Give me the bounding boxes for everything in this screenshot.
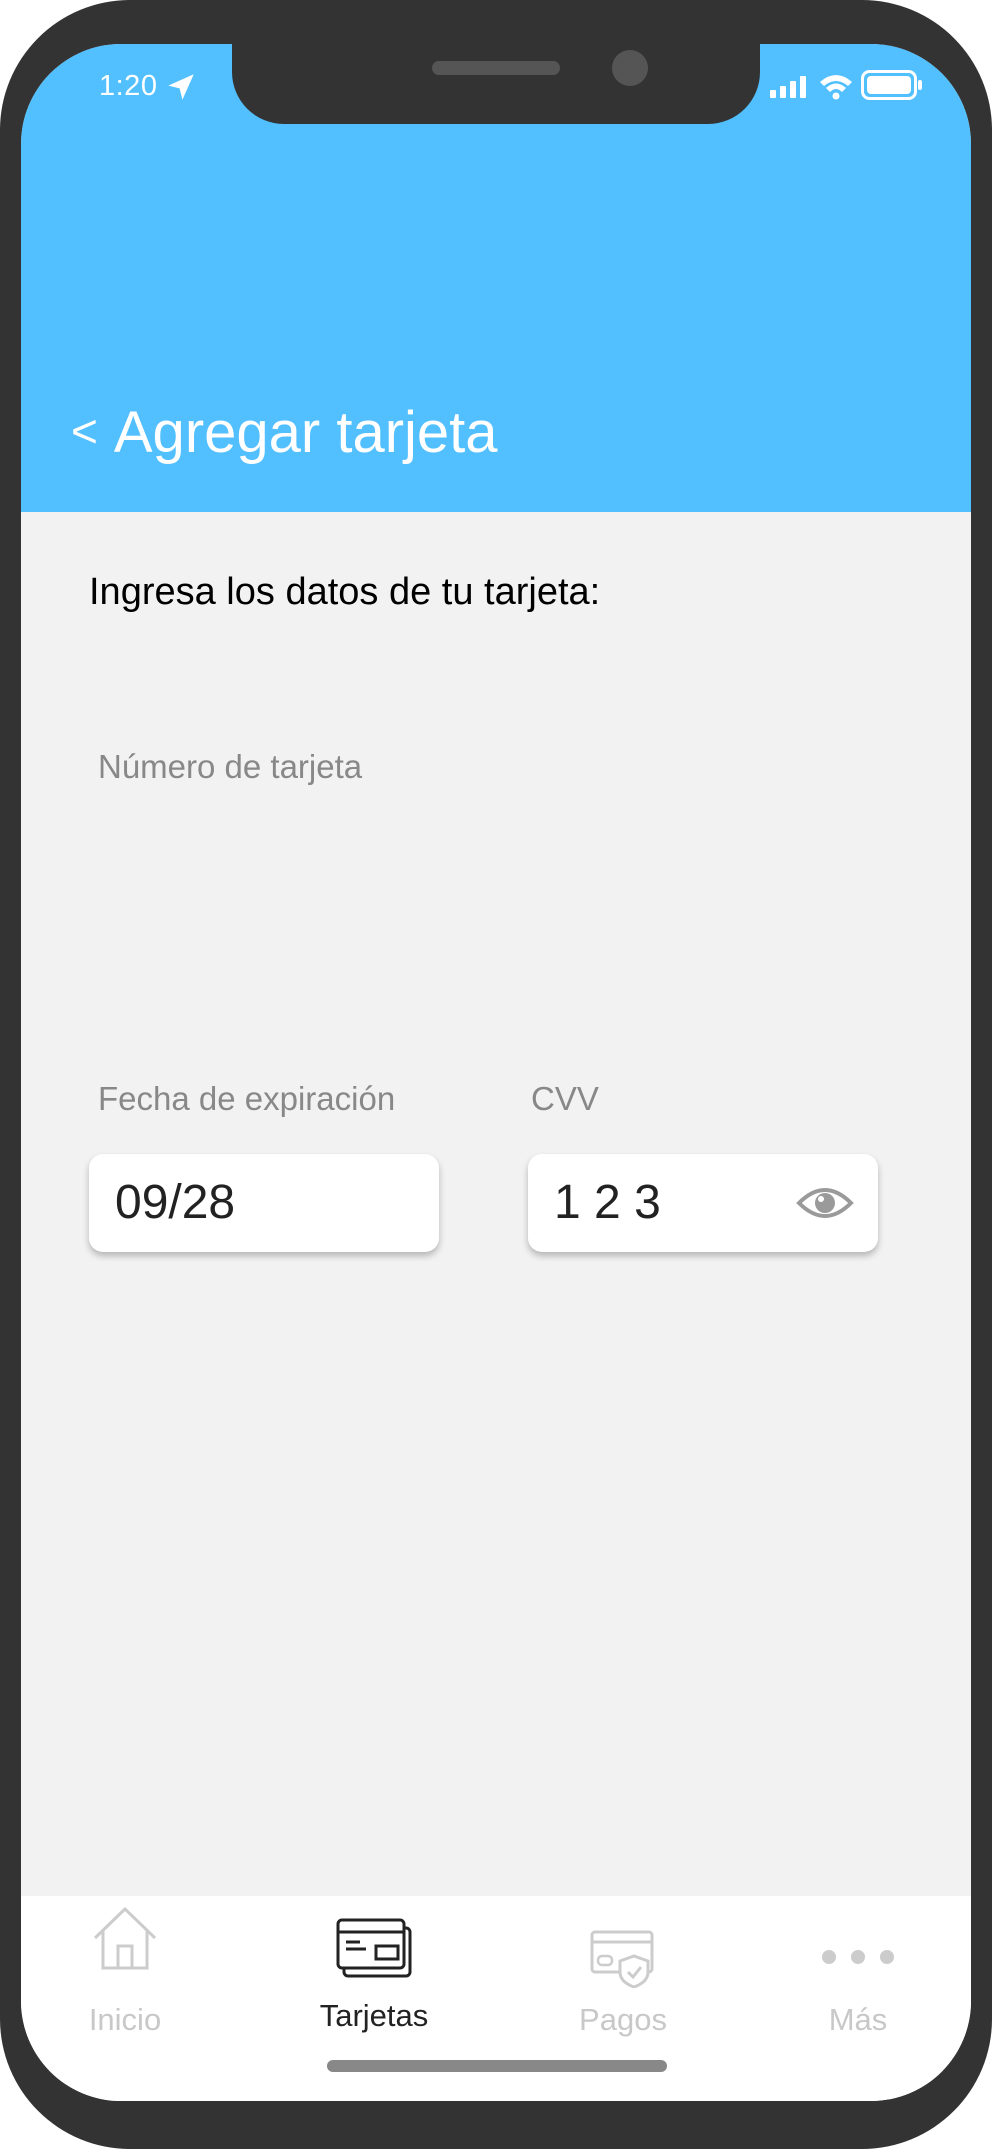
wifi-icon — [820, 75, 852, 100]
status-time: 1:20 — [99, 70, 158, 102]
back-button[interactable]: < — [71, 405, 98, 457]
page-title-text: Agregar tarjeta — [113, 400, 498, 465]
cvv-field[interactable]: 1 2 3 — [528, 1154, 878, 1252]
expiration-field[interactable]: 09/28 — [89, 1154, 439, 1252]
more-icon — [822, 1950, 894, 1964]
cards-icon — [336, 1918, 412, 1978]
nav-item-mas[interactable]: Más — [758, 1896, 958, 2056]
nav-item-tarjetas[interactable]: Tarjetas — [274, 1896, 474, 2056]
front-camera — [612, 50, 648, 86]
secure-payment-icon — [590, 1930, 654, 1988]
nav-item-inicio[interactable]: Inicio — [25, 1896, 225, 2056]
notch — [232, 44, 760, 124]
nav-label-mas: Más — [828, 2002, 888, 2037]
eye-icon[interactable] — [796, 1178, 854, 1228]
header: 1:20 < Agregar tarjeta — [21, 44, 971, 512]
cvv-label: CVV — [531, 1080, 599, 1117]
form-heading: Ingresa los datos de tu tarjeta: — [89, 571, 601, 613]
home-indicator[interactable] — [327, 2060, 667, 2072]
battery-icon — [861, 70, 922, 100]
home-icon — [93, 1907, 157, 1970]
speaker — [432, 61, 560, 75]
signal-icon — [770, 76, 806, 98]
expiration-value: 09/28 — [115, 1176, 236, 1229]
nav-label-tarjetas: Tarjetas — [319, 1998, 429, 2033]
nav-label-pagos: Pagos — [579, 2002, 667, 2037]
page-title: < Agregar tarjeta — [71, 399, 498, 466]
screen: 1:20 < Agregar tarjeta Ingresa los datos… — [21, 44, 971, 2101]
nav-item-pagos[interactable]: Pagos — [523, 1896, 723, 2056]
card-number-label: Número de tarjeta — [98, 748, 363, 785]
location-arrow-icon — [168, 74, 194, 100]
nav-label-inicio: Inicio — [88, 2002, 162, 2037]
phone-frame: 1:20 < Agregar tarjeta Ingresa los datos… — [0, 0, 992, 2149]
expiration-label: Fecha de expiración — [98, 1080, 396, 1117]
cvv-value: 1 2 3 — [554, 1176, 661, 1229]
